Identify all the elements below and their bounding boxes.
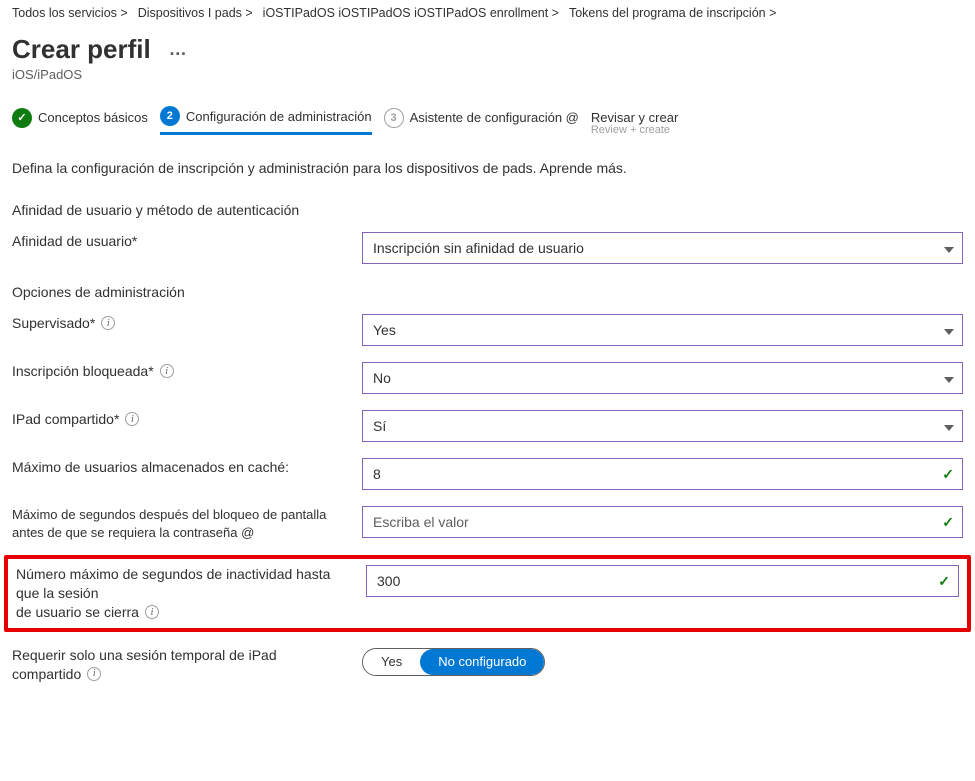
label-require-temp-session: Requerir solo una sesión temporal de iPa… [12, 646, 362, 684]
row-max-seconds-after-lock: Máximo de segundos después del bloqueo d… [12, 506, 963, 541]
label-max-inactivity: Número máximo de segundos de inactividad… [16, 565, 366, 622]
label-max-seconds-after-lock: Máximo de segundos después del bloqueo d… [12, 506, 362, 541]
info-icon[interactable]: i [145, 605, 159, 619]
wizard-steps: ✓ Conceptos básicos 2 Configuración de a… [12, 106, 963, 136]
check-icon: ✓ [12, 108, 32, 128]
intro-text: Defina la configuración de inscripción y… [12, 160, 963, 176]
info-icon[interactable]: i [87, 667, 101, 681]
breadcrumb-item[interactable]: Dispositivos I pads > [138, 6, 253, 20]
select-user-affinity[interactable]: Inscripción sin afinidad de usuario [362, 232, 963, 264]
label-supervised: Supervisado* i [12, 314, 362, 333]
select-value: Sí [373, 418, 386, 434]
wizard-step-setup-assistant[interactable]: 3 Asistente de configuración @ [384, 108, 579, 134]
chevron-down-icon [944, 241, 954, 255]
check-icon: ✓ [938, 574, 950, 588]
row-require-temp-session: Requerir solo una sesión temporal de iPa… [12, 646, 963, 684]
page-title: Crear perfil [12, 34, 151, 65]
label-max-cached-users: Máximo de usuarios almacenados en caché: [12, 458, 362, 477]
chevron-down-icon [944, 323, 954, 337]
label-locked-enrollment: Inscripción bloqueada* i [12, 362, 362, 381]
step-number-icon: 3 [384, 108, 404, 128]
wizard-step-basics[interactable]: ✓ Conceptos básicos [12, 108, 148, 134]
row-locked-enrollment: Inscripción bloqueada* i No [12, 362, 963, 396]
info-icon[interactable]: i [125, 412, 139, 426]
wizard-step-label: Conceptos básicos [38, 110, 148, 125]
page-subtitle: iOS/iPadOS [12, 67, 963, 82]
select-value: Inscripción sin afinidad de usuario [373, 240, 584, 256]
input-value: 8 [373, 466, 381, 482]
wizard-step-label: Configuración de administración [186, 109, 372, 124]
select-supervised[interactable]: Yes [362, 314, 963, 346]
section-heading-management: Opciones de administración [12, 284, 963, 300]
select-locked-enrollment[interactable]: No [362, 362, 963, 394]
page-title-row: Crear perfil … [12, 34, 963, 65]
check-icon: ✓ [942, 515, 954, 529]
input-placeholder: Escriba el valor [373, 514, 469, 530]
row-user-affinity: Afinidad de usuario* Inscripción sin afi… [12, 232, 963, 266]
breadcrumb-item[interactable]: Todos los servicios > [12, 6, 128, 20]
wizard-step-ghost-label: Review + create [591, 124, 670, 136]
wizard-step-review[interactable]: Revisar y crear Review + create [591, 110, 678, 131]
highlight-max-inactivity: Número máximo de segundos de inactividad… [4, 555, 971, 632]
wizard-step-label: Revisar y crear [591, 110, 678, 125]
section-heading-auth: Afinidad de usuario y método de autentic… [12, 202, 963, 218]
input-max-seconds-after-lock[interactable]: Escriba el valor ✓ [362, 506, 963, 538]
wizard-step-management[interactable]: 2 Configuración de administración [160, 106, 372, 135]
row-supervised: Supervisado* i Yes [12, 314, 963, 348]
input-max-inactivity[interactable]: 300 ✓ [366, 565, 959, 597]
toggle-option-yes[interactable]: Yes [363, 649, 420, 675]
row-max-inactivity: Número máximo de segundos de inactividad… [16, 565, 959, 622]
breadcrumb-item[interactable]: iOSTIPadOS iOSTIPadOS iOSTIPadOS enrollm… [263, 6, 559, 20]
toggle-option-not-configured[interactable]: No configurado [420, 649, 544, 675]
toggle-require-temp-session[interactable]: Yes No configurado [362, 648, 545, 676]
select-value: No [373, 370, 391, 386]
chevron-down-icon [944, 371, 954, 385]
input-max-cached-users[interactable]: 8 ✓ [362, 458, 963, 490]
check-icon: ✓ [942, 467, 954, 481]
breadcrumb: Todos los servicios > Dispositivos I pad… [12, 0, 963, 28]
wizard-step-label: Asistente de configuración @ [410, 110, 579, 125]
breadcrumb-item[interactable]: Tokens del programa de inscripción > [569, 6, 776, 20]
info-icon[interactable]: i [101, 316, 115, 330]
input-value: 300 [377, 573, 400, 589]
select-value: Yes [373, 322, 396, 338]
chevron-down-icon [944, 419, 954, 433]
more-actions-button[interactable]: … [163, 39, 194, 60]
label-user-affinity: Afinidad de usuario* [12, 232, 362, 251]
row-shared-ipad: IPad compartido* i Sí [12, 410, 963, 444]
step-number-icon: 2 [160, 106, 180, 126]
label-shared-ipad: IPad compartido* i [12, 410, 362, 429]
row-max-cached-users: Máximo de usuarios almacenados en caché:… [12, 458, 963, 492]
info-icon[interactable]: i [160, 364, 174, 378]
select-shared-ipad[interactable]: Sí [362, 410, 963, 442]
